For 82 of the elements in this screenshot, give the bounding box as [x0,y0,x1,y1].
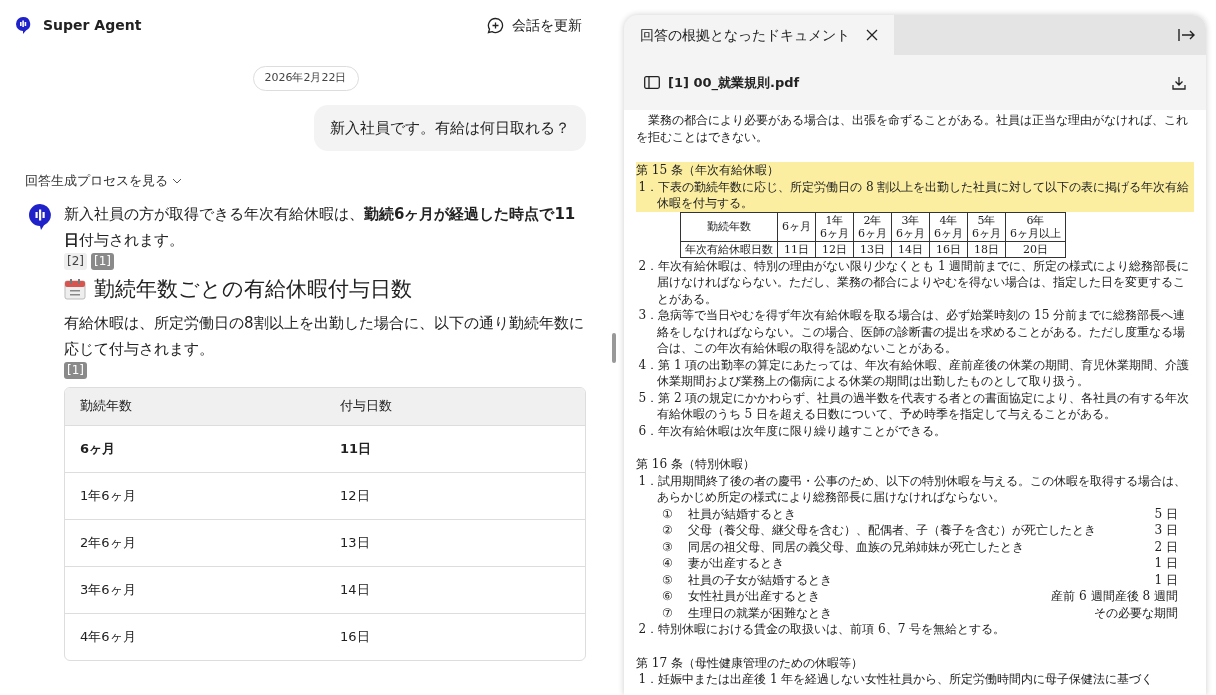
chevron-icon [172,176,182,186]
table-cell: 5年 6ヶ月 [967,212,1006,241]
table-cell: 勤続年数 [680,212,778,241]
item-number: ① [662,505,674,522]
table-cell-text: 13日 [339,533,371,552]
item-text: 生理日の就業が困難なとき [688,604,833,621]
calendar-icon [64,277,86,300]
clause-text: 6．年次有給休暇は次年度に限り繰り越すことができる。 [637,422,948,439]
table-cell-text: 14日 [339,580,371,599]
item-text: 社員の子女が結婚するとき [688,571,833,588]
table-cell-text: 16日 [339,627,371,646]
refresh-button[interactable]: 会話を更新 [481,14,588,37]
table-cell-text: 6ヶ月 [79,439,117,458]
close-icon[interactable] [866,29,878,41]
table-cell: 16日 [929,241,968,257]
intro-text: 有給休暇は、所定労働日の8割以上を出勤した場合に、以下の通り勤続年数に応じて付与されます。 [64,312,585,360]
chat-plus-icon [487,16,504,34]
table-cell: 13日 [853,241,892,257]
item-value: 1 日 [1154,555,1179,572]
clause-text: 1．試用期間終了後の者の慶弔・公事のため、以下の特別休暇を与える。この休暇を取得する場合は、あらかじめ所定の様式により総務部長に届けなければならない。 [637,472,1188,506]
table-cell: 18日 [967,241,1006,257]
table-cell: 20日 [1005,241,1066,257]
process-toggle[interactable]: 回答生成プロセスを見る [25,171,182,191]
item-number: ⑤ [662,571,674,588]
item-value: 産前 6 週間産後 8 週間 [1051,588,1179,605]
article-heading: 第 17 条（母性健康管理のための休暇等） [636,654,865,671]
item-text: 社員が結婚するとき [688,505,797,522]
table-cell: 11日 [777,241,816,257]
clause-text: 3．急病等で当日やむを得ず年次有給休暇を取る場合は、必ず始業時刻の 15 分前までに総務部長へ連絡をしなければならない。この場合、医師の診断書の提出を求めることがある。ただし度重なる場合は、この年次有給休暇の取得を認めないことがある。 [637,307,1187,357]
citation-link[interactable]: [2] [64,252,87,270]
item-value: その必要な期間 [1094,604,1179,621]
user-message: 新入社員です。有給は何日取れる？ [314,104,586,152]
table-cell-text: 12日 [339,486,371,505]
resize-handle[interactable] [612,332,616,363]
item-number: ② [662,522,674,539]
item-value: 5 日 [1154,505,1179,522]
section-heading: 勤続年数ごとの有給休暇付与日数 [94,275,412,302]
item-number: ③ [662,538,674,555]
table-cell: 6年 6ヶ月以上 [1005,212,1066,241]
item-number: ⑥ [662,588,674,605]
table-cell-text: 2年6ヶ月 [79,533,137,552]
column-header: 勤続年数 [79,397,133,416]
logo-icon [15,15,31,35]
sidebar-icon[interactable] [644,76,660,89]
document-paragraph: 業務の都合により必要がある場合は、出張を命ずることがある。社員は正当な理由がなければ、これを拒むことはできない。 [636,112,1190,145]
table-cell: 1年 6ヶ月 [815,212,854,241]
table-cell: 6ヶ月 [777,212,816,241]
table-cell-text: 1年6ヶ月 [79,486,137,505]
clause-text: 2．年次有給休暇は、特別の理由がない限り少なくとも 1 週間前までに、所定の様式により総務部長に届けなければならない。ただし、業務の都合によりやむを得ない場合は、指定した日を変更することがある。 [637,257,1191,307]
article-heading: 第 15 条（年次有給休暇） [636,162,1194,179]
table-cell-text: 11日 [339,439,373,458]
table-cell: 2年 6ヶ月 [853,212,892,241]
item-value: 2 日 [1154,538,1179,555]
file-name: [1] 00_就業規則.pdf [668,73,801,93]
clause-text: 4．第 1 項の出勤率の算定にあたっては、年次有給休暇、産前産後の休業の期間、育児休業期間、介護休業期間および業務上の傷病による休業の期間は出勤したものとして取り扱う。 [637,356,1191,390]
item-value: 1 日 [1154,571,1179,588]
table-cell-text: 3年6ヶ月 [79,580,137,599]
clause-text: 2．特別休暇における賃金の取扱いは、前項 6、7 号を無給とする。 [637,621,1007,638]
column-header: 付与日数 [339,397,393,416]
clause-text: 5．第 2 項の規定にかかわらず、社員の過半数を代表する者との書面協定により、各社員の有する年次有給休暇のうち 5 日を超える日数について、予め時季を指定して与えることがある。 [637,389,1191,423]
item-number: ⑦ [662,604,674,621]
document-tab[interactable]: 回答の根拠となったドキュメント [624,15,894,55]
item-text: 父母（養父母、継父母を含む）、配偶者、子（養子を含む）が死亡したとき [688,522,1097,539]
table-cell-text: 4年6ヶ月 [79,627,137,646]
collapse-panel-icon[interactable] [1178,28,1196,42]
item-value: 3 日 [1154,522,1179,539]
table-cell: 年次有給休暇日数 [680,241,778,257]
download-icon[interactable] [1172,75,1186,90]
agent-avatar-icon [28,202,52,231]
answer-summary: 新入社員の方が取得できる年次有給休暇は、勤続6ヶ月が経過した時点で11日付与されます。 [64,203,577,251]
clause-text: 1．妊娠中または出産後 1 年を経過しない女性社員から、所定労働時間内に母子保健法に基づく [637,671,1155,688]
clause-text: 1．下表の勤続年数に応じ、所定労働日の 8 割以上を出勤した社員に対して以下の表に掲げる年次有給休暇を付与する。 [636,178,1194,212]
item-text: 同居の祖父母、同居の義父母、血族の兄弟姉妹が死亡したとき [688,538,1025,555]
table-cell: 3年 6ヶ月 [891,212,930,241]
table-cell: 12日 [815,241,854,257]
app-name: Super Agent [43,15,142,35]
item-number: ④ [662,555,674,572]
article-heading: 第 16 条（特別休暇） [636,456,757,473]
item-text: 女性社員が出産するとき [688,588,821,605]
table-cell: 4年 6ヶ月 [929,212,968,241]
item-text: 妻が出産するとき [688,555,785,572]
table-cell: 14日 [891,241,930,257]
